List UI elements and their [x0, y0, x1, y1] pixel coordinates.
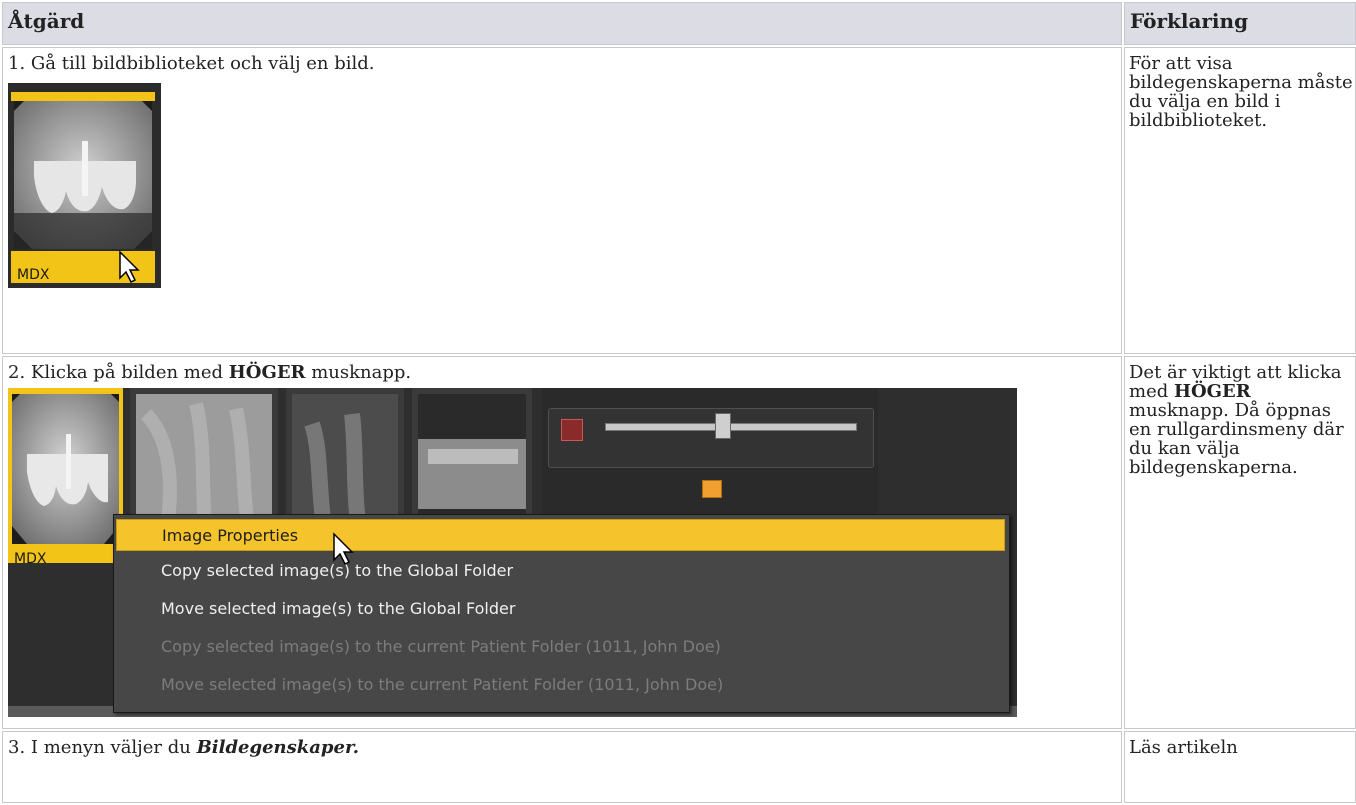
selection-top-bar — [11, 92, 155, 101]
dental-xray-image — [12, 394, 119, 544]
step1-action-cell: 1. Gå till bildbiblioteket och välj en b… — [2, 47, 1122, 354]
thumbnail-label: MDX — [14, 551, 47, 567]
table-row: 2. Klicka på bilden med HÖGER musknapp. — [2, 356, 1356, 729]
step3-action-cell: 3. I menyn väljer du Bildegenskaper. — [2, 731, 1122, 803]
thumbnail-label: MDX — [17, 267, 50, 283]
slider-thumb[interactable] — [715, 413, 731, 439]
table-row: 3. I menyn väljer du Bildegenskaper. Läs… — [2, 731, 1356, 803]
step3-text-bold-italic: Bildegenskaper. — [196, 737, 360, 758]
table-row: 1. Gå till bildbiblioteket och välj en b… — [2, 47, 1356, 354]
header-explanation: Förklaring — [1124, 2, 1356, 45]
slider-track[interactable] — [605, 423, 857, 431]
step2-text: 2. Klicka på bilden med HÖGER musknapp. — [8, 363, 1116, 382]
selected-thumbnail[interactable]: MDX — [8, 388, 123, 567]
step3-text-pre: 3. I menyn väljer du — [8, 737, 197, 758]
step2-text-pre: 2. Klicka på bilden med — [8, 362, 229, 383]
mouse-pointer-icon — [333, 532, 354, 566]
reset-x-icon[interactable] — [561, 419, 583, 441]
step3-note: Läs artikeln — [1129, 737, 1238, 758]
dental-xray-image — [14, 101, 152, 249]
context-menu-screenshot: MDX Image Properties Copy selected image… — [8, 388, 1017, 717]
context-menu: Image Properties Copy selected image(s) … — [113, 514, 1010, 713]
step1-note-cell: För att visa bildegenskaperna måste du v… — [1124, 47, 1356, 354]
table-header-row: Åtgärd Förklaring — [2, 2, 1356, 45]
image-thumbnail[interactable]: MDX — [8, 83, 161, 288]
menu-item-move-global[interactable]: Move selected image(s) to the Global Fol… — [116, 593, 1005, 625]
step2-note-cell: Det är viktigt att klicka med HÖGER musk… — [1124, 356, 1356, 729]
envelope-icon[interactable] — [702, 480, 722, 498]
mouse-pointer-icon — [119, 250, 140, 284]
menu-item-copy-patient: Copy selected image(s) to the current Pa… — [161, 637, 721, 656]
header-action: Åtgärd — [2, 2, 1122, 45]
step3-note-cell: Läs artikeln — [1124, 731, 1356, 803]
step2-action-cell: 2. Klicka på bilden med HÖGER musknapp. — [2, 356, 1122, 729]
step1-text: 1. Gå till bildbiblioteket och välj en b… — [8, 53, 375, 74]
step2-note-post: musknapp. Då öppnas en rullgardinsmeny d… — [1129, 400, 1344, 478]
menu-item-copy-global[interactable]: Copy selected image(s) to the Global Fol… — [116, 555, 1005, 587]
step1-note: För att visa bildegenskaperna måste du v… — [1129, 53, 1353, 131]
step2-text-bold: HÖGER — [228, 362, 306, 383]
slider-control — [548, 408, 874, 468]
step2-note-bold: HÖGER — [1173, 381, 1251, 402]
step2-text-post: musknapp. — [305, 362, 412, 383]
menu-item-image-properties[interactable]: Image Properties — [116, 519, 1005, 551]
instructions-table: Åtgärd Förklaring 1. Gå till bildbibliot… — [0, 0, 1356, 805]
menu-item-move-patient: Move selected image(s) to the current Pa… — [161, 675, 724, 694]
